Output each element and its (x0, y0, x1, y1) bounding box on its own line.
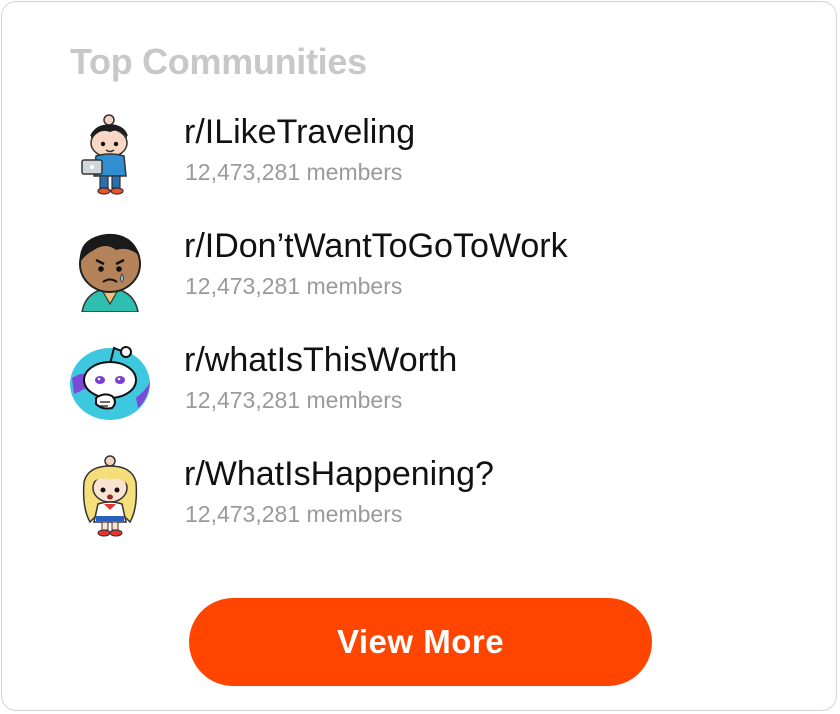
view-more-button[interactable]: View More (189, 598, 652, 686)
community-item-idont-want-to-go-to-work[interactable]: r/IDon’tWantToGoToWork 12,473,281 member… (2, 224, 836, 324)
blonde-girl-avatar-icon (66, 452, 154, 540)
community-member-count: 12,473,281 members (185, 501, 403, 527)
community-item-ilike-traveling[interactable]: r/ILikeTraveling 12,473,281 members (2, 110, 836, 210)
community-name[interactable]: r/WhatIsHappening? (184, 454, 494, 494)
widget-title: Top Communities (70, 41, 367, 82)
community-member-count: 12,473,281 members (185, 273, 403, 299)
community-member-count: 12,473,281 members (185, 387, 403, 413)
sad-worker-avatar-icon (66, 224, 154, 312)
top-communities-card: Top Communities r/ILikeTraveling 12,473,… (1, 1, 837, 711)
community-name[interactable]: r/IDon’tWantToGoToWork (184, 226, 568, 266)
thinking-snoo-avatar-icon (66, 338, 154, 426)
traveler-avatar-icon (66, 110, 154, 198)
community-member-count: 12,473,281 members (185, 159, 403, 185)
community-item-what-is-happening[interactable]: r/WhatIsHappening? 12,473,281 members (2, 452, 836, 552)
community-name[interactable]: r/ILikeTraveling (184, 112, 415, 152)
community-item-what-is-this-worth[interactable]: r/whatIsThisWorth 12,473,281 members (2, 338, 836, 438)
community-name[interactable]: r/whatIsThisWorth (184, 340, 457, 380)
